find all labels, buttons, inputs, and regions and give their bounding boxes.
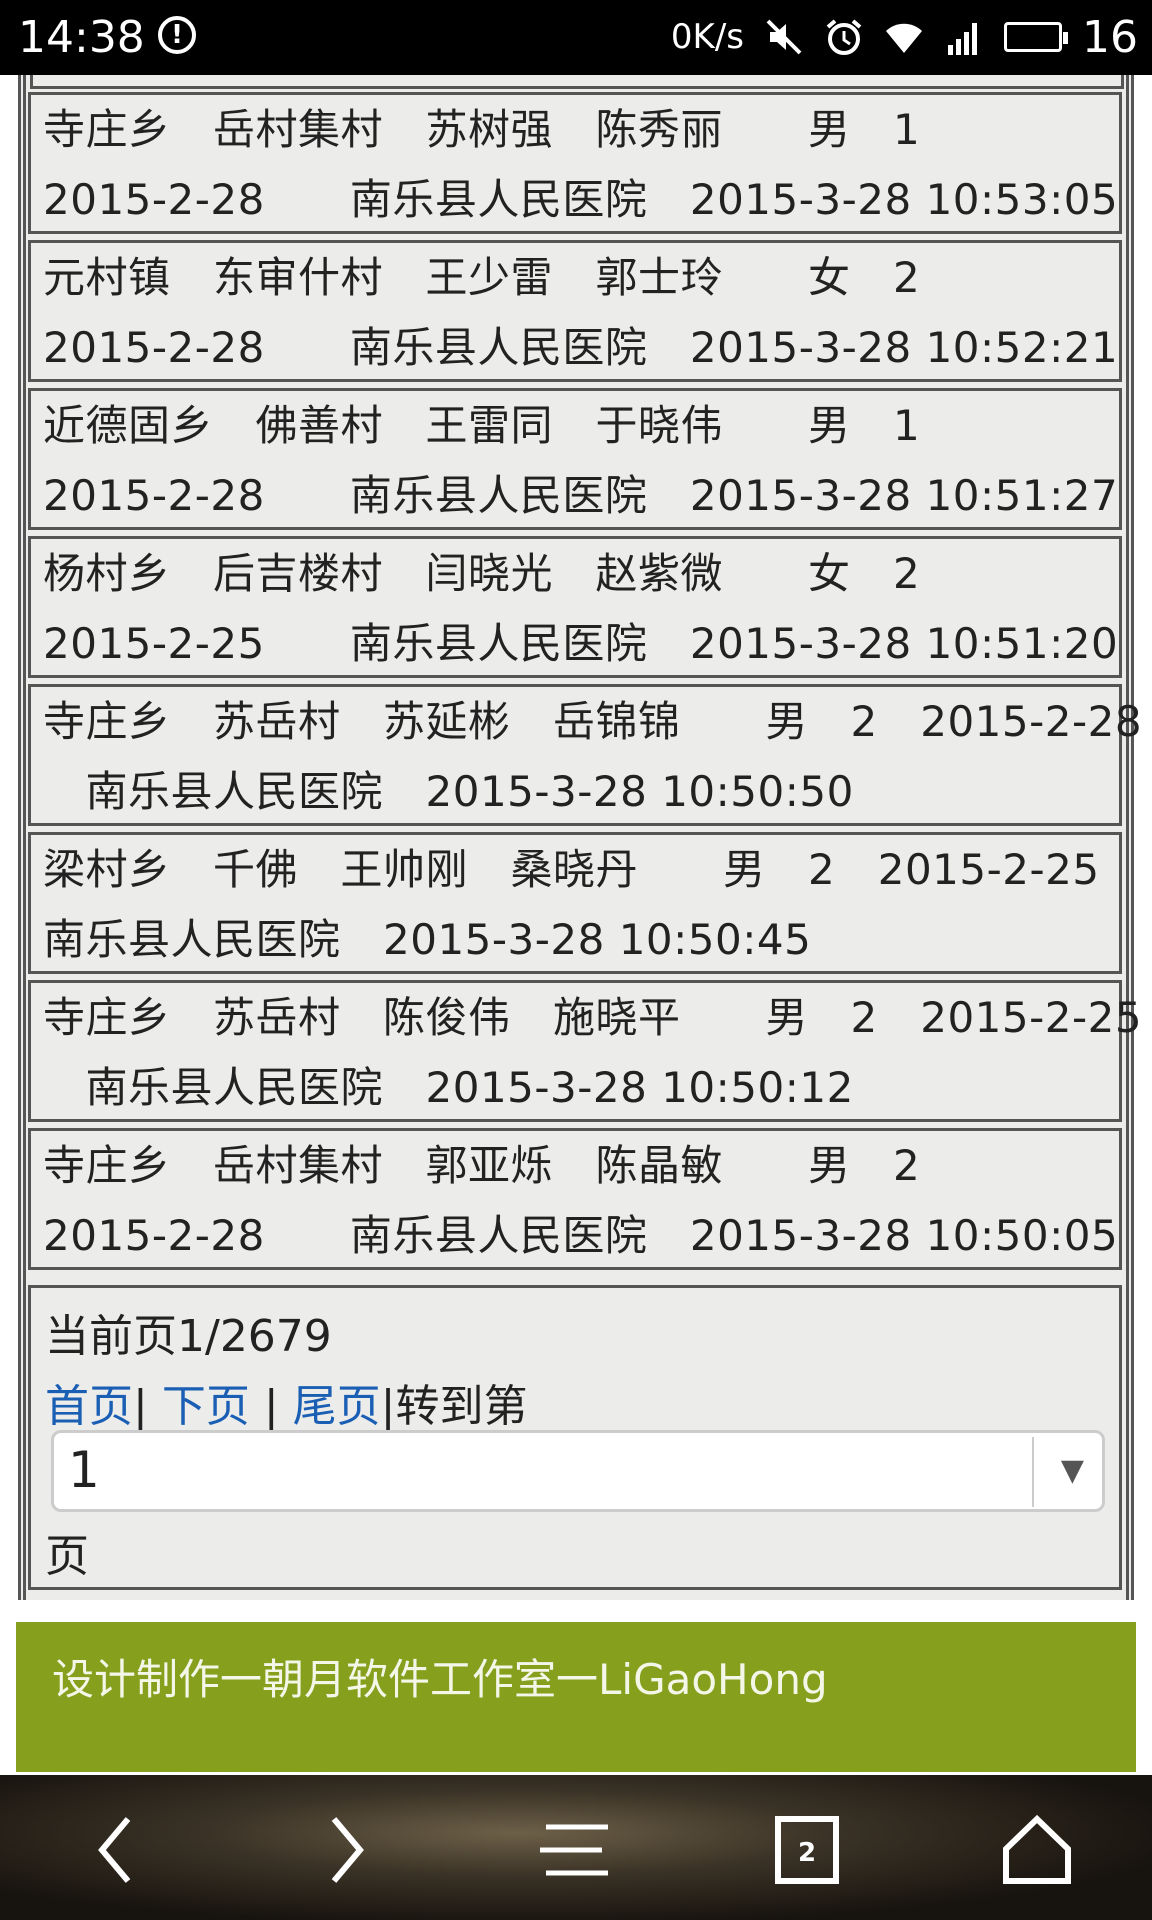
previous-record-edge [30, 75, 1124, 89]
exclamation-circle-icon: ! [158, 16, 196, 54]
record-line-1: 梁村乡 千佛 王帅刚 桑晓丹 男 2 2015-2-25 [43, 845, 1100, 894]
record-line-2: 2015-2-25 南乐县人民医院 2015-3-28 10:51:20 [43, 619, 1119, 668]
list-item: 杨村乡 后吉楼村 闫晓光 赵紫微 女 2 2015-2-25 南乐县人民医院 2… [28, 536, 1122, 678]
3g-signal-icon [948, 23, 977, 55]
battery-icon [1004, 22, 1068, 52]
record-line-1: 寺庄乡 苏岳村 陈俊伟 施晓平 男 2 2015-2-25 [43, 993, 1143, 1042]
list-item: 梁村乡 千佛 王帅刚 桑晓丹 男 2 2015-2-25 南乐县人民医院 201… [28, 832, 1122, 974]
separator: | [263, 1381, 279, 1432]
record-line-2: 南乐县人民医院 2015-3-28 10:50:12 [43, 1063, 854, 1112]
last-page-link[interactable]: 尾页 [293, 1381, 381, 1432]
browser-nav-bar: 2 [0, 1775, 1152, 1920]
first-page-link[interactable]: 首页 [45, 1381, 133, 1432]
list-item: 寺庄乡 岳村集村 郭亚烁 陈晶敏 男 2 2015-2-28 南乐县人民医院 2… [28, 1128, 1122, 1270]
battery-level: 16 [1082, 11, 1138, 63]
back-icon[interactable] [72, 1805, 162, 1895]
chevron-down-icon[interactable]: ▼ [1061, 1453, 1084, 1488]
home-icon[interactable] [992, 1805, 1082, 1895]
list-item: 寺庄乡 苏岳村 陈俊伟 施晓平 男 2 2015-2-25 南乐县人民医院 20… [28, 980, 1143, 1122]
record-line-2: 2015-2-28 南乐县人民医院 2015-3-28 10:53:05 [43, 175, 1119, 224]
pagination: 当前页1/2679 首页| 下页 | 尾页|转到第 1 ▼ 页 [28, 1285, 1122, 1590]
current-page-label: 当前页1/2679 [45, 1311, 332, 1362]
list-item: 寺庄乡 岳村集村 苏树强 陈秀丽 男 1 2015-2-28 南乐县人民医院 2… [28, 92, 1122, 234]
record-line-1: 杨村乡 后吉楼村 闫晓光 赵紫微 女 2 [43, 549, 921, 598]
record-line-1: 寺庄乡 苏岳村 苏延彬 岳锦锦 男 2 2015-2-28 [43, 697, 1143, 746]
net-speed: 0K/s [670, 17, 744, 57]
record-line-2: 2015-2-28 南乐县人民医院 2015-3-28 10:50:05 [43, 1211, 1119, 1260]
record-line-2: 南乐县人民医院 2015-3-28 10:50:50 [43, 767, 854, 816]
status-icons: 0K/s 16 [670, 11, 1138, 63]
list-item: 寺庄乡 苏岳村 苏延彬 岳锦锦 男 2 2015-2-28 南乐县人民医院 20… [28, 684, 1143, 826]
page-select-value: 1 [68, 1441, 100, 1499]
tabs-icon[interactable]: 2 [762, 1805, 852, 1895]
list-item: 近德固乡 佛善村 王雷同 于晓伟 男 1 2015-2-28 南乐县人民医院 2… [28, 388, 1122, 530]
record-line-1: 元村镇 东审什村 王少雷 郭士玲 女 2 [43, 253, 921, 302]
menu-icon[interactable] [532, 1805, 622, 1895]
next-page-link[interactable]: 下页 [162, 1381, 250, 1432]
alarm-icon [826, 19, 862, 55]
page-suffix: 页 [45, 1531, 89, 1582]
select-divider [1032, 1437, 1034, 1507]
wifi-icon [886, 23, 922, 53]
list-item: 元村镇 东审什村 王少雷 郭士玲 女 2 2015-2-28 南乐县人民医院 2… [28, 240, 1122, 382]
footer-banner: 设计制作一朝月软件工作室一LiGaoHong [16, 1622, 1136, 1772]
record-line-2: 2015-2-28 南乐县人民医院 2015-3-28 10:51:27 [43, 471, 1119, 520]
goto-label: |转到第 [380, 1381, 528, 1432]
record-line-1: 寺庄乡 岳村集村 苏树强 陈秀丽 男 1 [43, 105, 921, 154]
record-line-1: 寺庄乡 岳村集村 郭亚烁 陈晶敏 男 2 [43, 1141, 921, 1190]
tab-count: 2 [798, 1838, 816, 1868]
forward-icon[interactable] [300, 1805, 390, 1895]
pagination-links: 首页| 下页 | 尾页|转到第 [45, 1370, 527, 1434]
record-line-2: 南乐县人民医院 2015-3-28 10:50:45 [43, 915, 812, 964]
page-select[interactable]: 1 ▼ [51, 1430, 1105, 1512]
footer-credit: 设计制作一朝月软件工作室一LiGaoHong [52, 1655, 828, 1704]
record-line-2: 2015-2-28 南乐县人民医院 2015-3-28 10:52:21 [43, 323, 1119, 372]
separator: | [133, 1381, 148, 1432]
status-bar: 14:38 ! 0K/s 16 [0, 0, 1152, 75]
record-line-1: 近德固乡 佛善村 王雷同 于晓伟 男 1 [43, 401, 921, 450]
clock: 14:38 [18, 12, 145, 63]
mute-icon [766, 19, 802, 55]
